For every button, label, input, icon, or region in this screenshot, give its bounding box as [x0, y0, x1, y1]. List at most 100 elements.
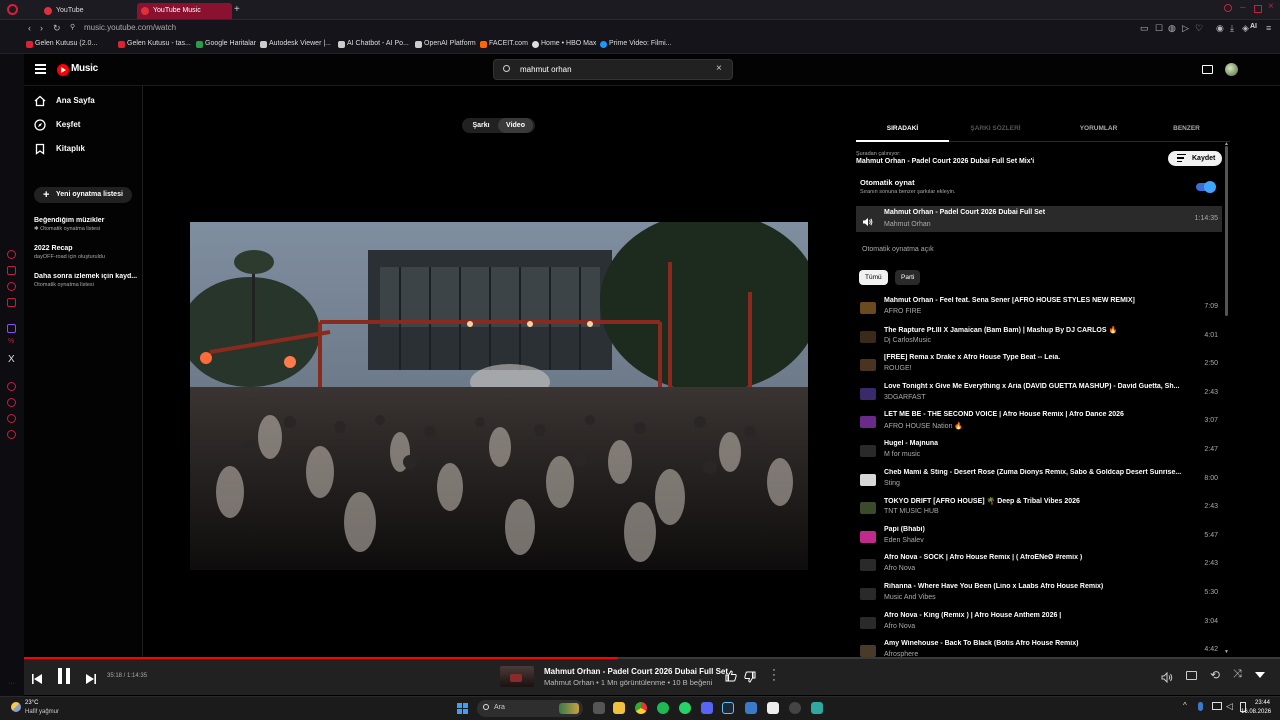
more-options-icon[interactable]: · · · — [772, 665, 776, 686]
queue-thumbnail[interactable] — [860, 387, 876, 400]
tab-related[interactable]: BENZER — [1140, 125, 1233, 132]
nav-home[interactable]: Ana Sayfa — [34, 93, 95, 109]
queue-thumbnail[interactable] — [860, 530, 876, 543]
downloads-icon[interactable] — [7, 398, 16, 407]
search-box[interactable]: mahmut orhan × — [493, 59, 733, 80]
queue-artist[interactable]: AFRO FIRE — [884, 308, 921, 315]
scroll-up-icon[interactable]: ▲ — [1224, 141, 1229, 147]
ytmusic-logo-icon[interactable] — [57, 64, 69, 76]
tab-comments[interactable]: YORUMLAR — [1052, 125, 1145, 132]
spotify-icon[interactable] — [657, 702, 669, 714]
playlist-item[interactable]: Beğendiğim müzikler ✱ Otomatik oynatma l… — [34, 217, 142, 232]
profile-icon[interactable]: ◉ — [1216, 23, 1224, 34]
queue-thumbnail[interactable] — [860, 359, 876, 372]
queue-item[interactable]: Rihanna - Where Have You Been (Lino x La… — [856, 580, 1222, 608]
player-thumbnail[interactable] — [500, 666, 534, 687]
queue-thumbnail[interactable] — [860, 588, 876, 600]
queue-artist[interactable]: AFRO HOUSE Nation 🔥 — [884, 422, 963, 430]
tab-youtube-music[interactable]: YouTube Music — [137, 3, 232, 19]
bookmark-icon[interactable]: ☐ — [1155, 23, 1163, 34]
queue-scrollbar[interactable] — [1225, 146, 1228, 316]
queue-item[interactable]: Cheb Mami & Sting - Desert Rose (Zuma Di… — [856, 466, 1222, 494]
queue-thumbnail[interactable] — [860, 445, 876, 457]
queue-artist[interactable]: Eden Shalev — [884, 537, 924, 544]
queue-artist[interactable]: 3DGARFAST — [884, 394, 926, 401]
queue-item[interactable]: Papi (Bhabi) Eden Shalev 5:47 — [856, 523, 1222, 551]
ai-button[interactable]: AI — [1250, 23, 1257, 30]
search-input[interactable]: mahmut orhan — [520, 65, 572, 74]
tasks-icon[interactable] — [7, 298, 16, 307]
nav-explore[interactable]: Keşfet — [34, 117, 80, 133]
history-icon[interactable] — [7, 382, 16, 391]
whatsapp-icon[interactable] — [679, 702, 691, 714]
bookmark-item[interactable]: Home • HBO Max — [532, 40, 596, 48]
hamburger-menu-icon[interactable] — [35, 64, 46, 74]
steam-icon[interactable] — [722, 702, 734, 714]
opera-logo-icon[interactable] — [7, 4, 18, 15]
windows-start-icon[interactable] — [457, 703, 468, 714]
bookmark-item[interactable]: AI Chatbot - AI Po... — [338, 40, 409, 48]
bookmark-item[interactable]: OpenAI Platform — [415, 40, 476, 48]
queue-item[interactable]: Afro Nova - King (Remix ) | Afro House A… — [856, 609, 1222, 637]
chrome-icon[interactable] — [635, 702, 647, 714]
minimize-button[interactable]: – — [1240, 2, 1246, 13]
previous-button[interactable] — [32, 671, 42, 689]
video-player[interactable] — [190, 222, 808, 570]
cast-icon[interactable] — [1202, 65, 1213, 74]
queue-thumbnail[interactable] — [860, 473, 876, 486]
playlist-item[interactable]: Daha sonra izlemek için kayd... Otomatik… — [34, 273, 142, 288]
bookmark-item[interactable]: FACEIT.com — [480, 40, 528, 48]
autoplay-toggle[interactable] — [1196, 181, 1216, 193]
settings-icon[interactable] — [7, 430, 16, 439]
queue-item[interactable]: TOKYO DRIFT [AFRO HOUSE] 🌴 Deep & Tribal… — [856, 494, 1222, 522]
file-explorer-icon[interactable] — [613, 702, 625, 714]
reload-icon[interactable]: ↻ — [53, 23, 61, 34]
player-subtitle[interactable]: Mahmut Orhan • 1 Mn görüntülenme • 10 B … — [544, 678, 712, 687]
aria-icon[interactable] — [7, 250, 16, 259]
queue-artist[interactable]: Afro Nova — [884, 565, 915, 572]
app-icon[interactable] — [789, 702, 801, 714]
search-tabs-icon[interactable] — [1224, 4, 1232, 12]
screenshot-icon[interactable]: ▭ — [1140, 23, 1149, 34]
chip-party[interactable]: Parti — [895, 270, 921, 285]
now-playing-row[interactable]: Mahmut Orhan - Padel Court 2026 Dubai Fu… — [856, 206, 1222, 232]
queue-thumbnail[interactable] — [860, 616, 876, 629]
discord-icon[interactable] — [701, 702, 713, 714]
shuffle-icon[interactable]: ⤨ — [1233, 668, 1242, 681]
playing-from-title[interactable]: Mahmut Orhan - Padel Court 2026 Dubai Fu… — [856, 158, 1034, 165]
clock-date[interactable]: 16.08.2026 — [1241, 709, 1271, 715]
queue-artist[interactable]: ROUGE! — [884, 365, 912, 372]
shield-icon[interactable]: ◍ — [1168, 23, 1176, 34]
close-window-button[interactable]: × — [1268, 1, 1274, 12]
back-icon[interactable]: ‹ — [28, 23, 31, 33]
queue-thumbnail[interactable] — [860, 416, 876, 429]
tab-up-next[interactable]: SIRADAKİ — [856, 125, 949, 142]
queue-item[interactable]: Hugel - Majnuna M for music 2:47 — [856, 437, 1222, 465]
twitch-icon[interactable] — [7, 324, 16, 333]
bookmark-item[interactable]: Prime Video: Filmi... — [600, 40, 672, 48]
tray-volume-icon[interactable]: ◁ — [1226, 701, 1233, 712]
url-field[interactable]: music.youtube.com/watch — [84, 23, 176, 32]
queue-thumbnail[interactable] — [860, 645, 876, 658]
player-title[interactable]: Mahmut Orhan - Padel Court 2026 Dubai Fu… — [544, 667, 728, 676]
queue-item[interactable]: The Rapture Pt.III X Jamaican (Bam Bam) … — [856, 323, 1222, 351]
weather-temp[interactable]: 23°C — [25, 700, 38, 706]
chip-all[interactable]: Tümü — [859, 270, 888, 285]
weather-desc[interactable]: Hafif yağmur — [25, 709, 59, 715]
vpn-icon[interactable] — [745, 702, 757, 714]
scroll-down-icon[interactable]: ▼ — [1224, 649, 1229, 655]
queue-item[interactable]: [FREE] Rema x Drake x Afro House Type Be… — [856, 351, 1222, 379]
weather-icon[interactable] — [11, 702, 21, 712]
save-button[interactable]: Kaydet — [1168, 151, 1222, 166]
bookmark-item[interactable]: Google Haritalar — [196, 40, 256, 48]
bookmark-item[interactable]: Autodesk Viewer |... — [260, 40, 331, 48]
queue-item[interactable]: Afro Nova - SOCK | Afro House Remix | ( … — [856, 551, 1222, 579]
download-icon[interactable]: ⤓ — [1230, 23, 1234, 34]
heart-icon[interactable]: ♡ — [1195, 23, 1203, 34]
expand-player-icon[interactable] — [1255, 672, 1265, 678]
bookmark-item[interactable]: Gelen Kutusu (2.0... — [26, 40, 97, 48]
queue-thumbnail[interactable] — [860, 502, 876, 515]
workspace-icon[interactable] — [7, 266, 16, 275]
queue-artist[interactable]: Music And Vibes — [884, 594, 936, 601]
queue-artist[interactable]: Afro Nova — [884, 623, 915, 630]
